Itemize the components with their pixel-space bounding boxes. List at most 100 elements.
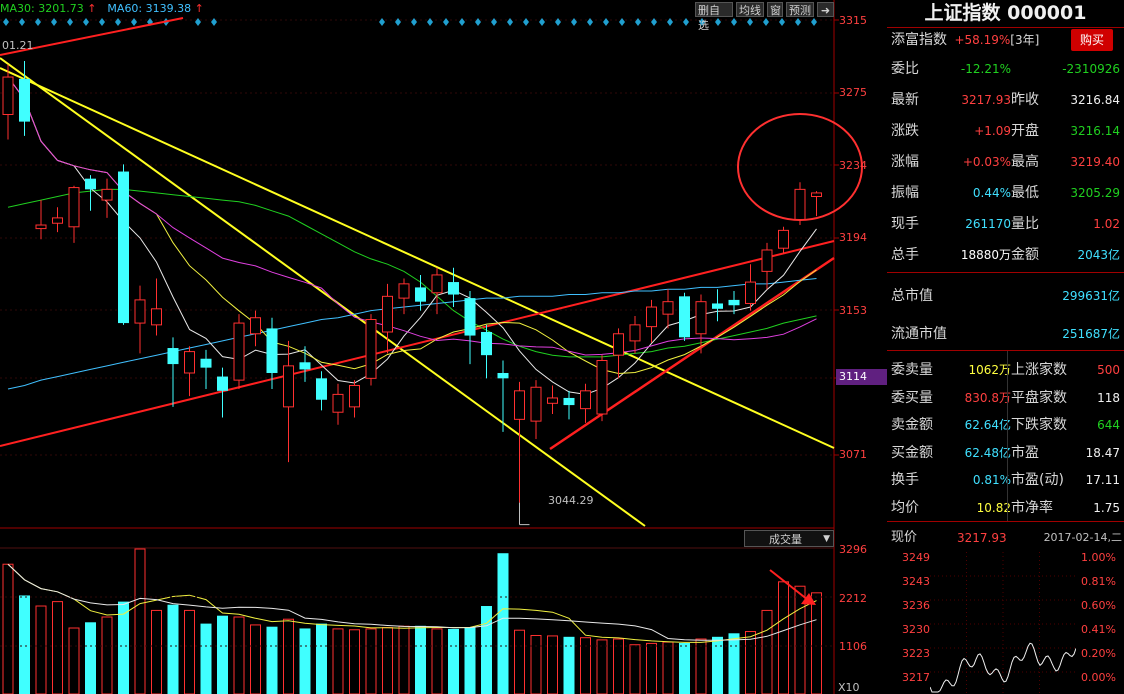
- market-label: 总市值: [891, 288, 933, 304]
- candle-body: [547, 397, 558, 404]
- quote-value: -12.21%: [960, 62, 1011, 76]
- volume-bar: [35, 605, 47, 694]
- candle-body: [332, 393, 344, 413]
- volume-bar: [365, 628, 377, 694]
- buy-button[interactable]: 购买: [1071, 29, 1113, 51]
- stats-label: 市盈: [1011, 444, 1039, 461]
- signal-diamond: [211, 18, 217, 26]
- candle-body: [811, 192, 822, 197]
- stats-value: 1062万: [968, 363, 1011, 377]
- candle-body: [629, 324, 641, 342]
- volume-dropdown[interactable]: 成交量 ▼: [744, 530, 834, 547]
- signal-diamond: [779, 18, 785, 26]
- volume-bar: [68, 627, 80, 694]
- signal-diamond: [523, 18, 529, 26]
- volume-bar: [695, 638, 707, 694]
- signal-diamond: [619, 18, 625, 26]
- stats-value: 1.75: [1093, 500, 1120, 515]
- trend-line-yellow: [0, 57, 646, 527]
- stats-label: 换手: [891, 472, 919, 488]
- quote-label: 涨幅: [891, 154, 919, 170]
- candle-body: [365, 319, 377, 379]
- volume-bar: [167, 604, 179, 694]
- signal-diamond: [539, 18, 545, 26]
- signal-diamond: [491, 18, 497, 26]
- candle-body: [497, 372, 509, 379]
- candle-body: [778, 229, 789, 249]
- candle-body: [68, 187, 80, 228]
- candle-body: [19, 78, 30, 122]
- mini-label: 现价: [891, 530, 918, 545]
- quote-value: 3216.14: [1070, 124, 1120, 138]
- ma30-label: MA30: 3201.73: [0, 2, 84, 15]
- volume-bar: [646, 642, 657, 694]
- volume-bar: [184, 609, 195, 694]
- price-tick: 3315: [839, 14, 867, 27]
- volume-tick: 1106: [839, 640, 867, 653]
- quote-label: 量比: [1011, 216, 1039, 232]
- candle-body: [101, 188, 113, 201]
- signal-diamond: [443, 18, 449, 26]
- ma-legend: MA30: 3201.73 ↑ MA60: 3139.38 ↑: [0, 2, 204, 15]
- market-cap-row: 总市值 299631亿: [887, 283, 1124, 309]
- candle-body: [448, 282, 459, 295]
- candle-body: [266, 328, 278, 373]
- price-tick: 3234: [839, 159, 867, 172]
- stats-value: 500: [1097, 363, 1120, 377]
- window-button[interactable]: 窗: [767, 2, 783, 17]
- volume-bar: [778, 581, 789, 694]
- ma-button[interactable]: 均线: [736, 2, 764, 17]
- candle-body: [2, 76, 14, 115]
- mini-tick-right: 0.20%: [1081, 647, 1116, 660]
- signal-diamond: [635, 18, 641, 26]
- stats-value: 118: [1097, 390, 1120, 405]
- signal-diamond: [763, 18, 769, 26]
- exit-icon[interactable]: ➜: [817, 2, 834, 17]
- volume-bar: [233, 616, 245, 694]
- signal-diamond: [651, 18, 657, 26]
- signal-diamond: [395, 18, 401, 26]
- quote-value: 3219.40: [1070, 155, 1120, 169]
- kline-chart[interactable]: [0, 0, 887, 694]
- forecast-button[interactable]: 预测: [786, 2, 814, 17]
- quote-row: 最新 3217.93 昨收 3216.84: [887, 87, 1124, 113]
- stats-label: 委买量: [891, 389, 933, 406]
- price-tick: 3153: [839, 304, 867, 317]
- signal-diamond: [475, 18, 481, 26]
- volume-bar: [134, 548, 146, 694]
- volume-bar: [266, 626, 278, 694]
- quote-value: 0.44%: [972, 186, 1011, 200]
- quote-label: 最低: [1011, 185, 1039, 201]
- quote-value: +0.03%: [962, 155, 1011, 169]
- price-tick-highlight: 3114: [836, 369, 887, 385]
- mini-tick-right: 1.00%: [1081, 551, 1116, 564]
- volume-bar: [2, 563, 14, 694]
- candle-body: [695, 301, 707, 335]
- volume-bar: [332, 628, 344, 694]
- candle-body: [382, 295, 393, 333]
- del-watchlist-button[interactable]: 删自选: [695, 2, 733, 32]
- mini-header: 现价 3217.93 2017-02-14,二: [887, 528, 1124, 548]
- candle-body: [514, 390, 525, 420]
- signal-diamond: [67, 18, 73, 26]
- stats-row: 卖金额 62.64亿 下跌家数 644: [887, 412, 1124, 438]
- volume-bar: [497, 553, 509, 694]
- volume-bar: [563, 636, 575, 694]
- price-tick: 3071: [839, 448, 867, 461]
- candle-body: [398, 283, 410, 299]
- volume-bar: [217, 615, 228, 694]
- candle-body: [233, 322, 245, 381]
- mini-intraday-chart: [930, 552, 1076, 694]
- volume-bar: [118, 601, 129, 694]
- stock-title: 上证指数 000001: [924, 2, 1087, 24]
- candle-body: [761, 249, 773, 272]
- market-label: 流通市值: [891, 326, 947, 342]
- signal-diamond: [715, 18, 721, 26]
- candle-body: [151, 308, 162, 326]
- volume-bar: [382, 627, 393, 694]
- signal-diamond: [131, 18, 137, 26]
- volume-bar: [662, 641, 674, 694]
- volume-bar: [464, 627, 476, 694]
- quote-row: 涨幅 +0.03% 最高 3219.40: [887, 149, 1124, 175]
- volume-bar: [448, 628, 459, 694]
